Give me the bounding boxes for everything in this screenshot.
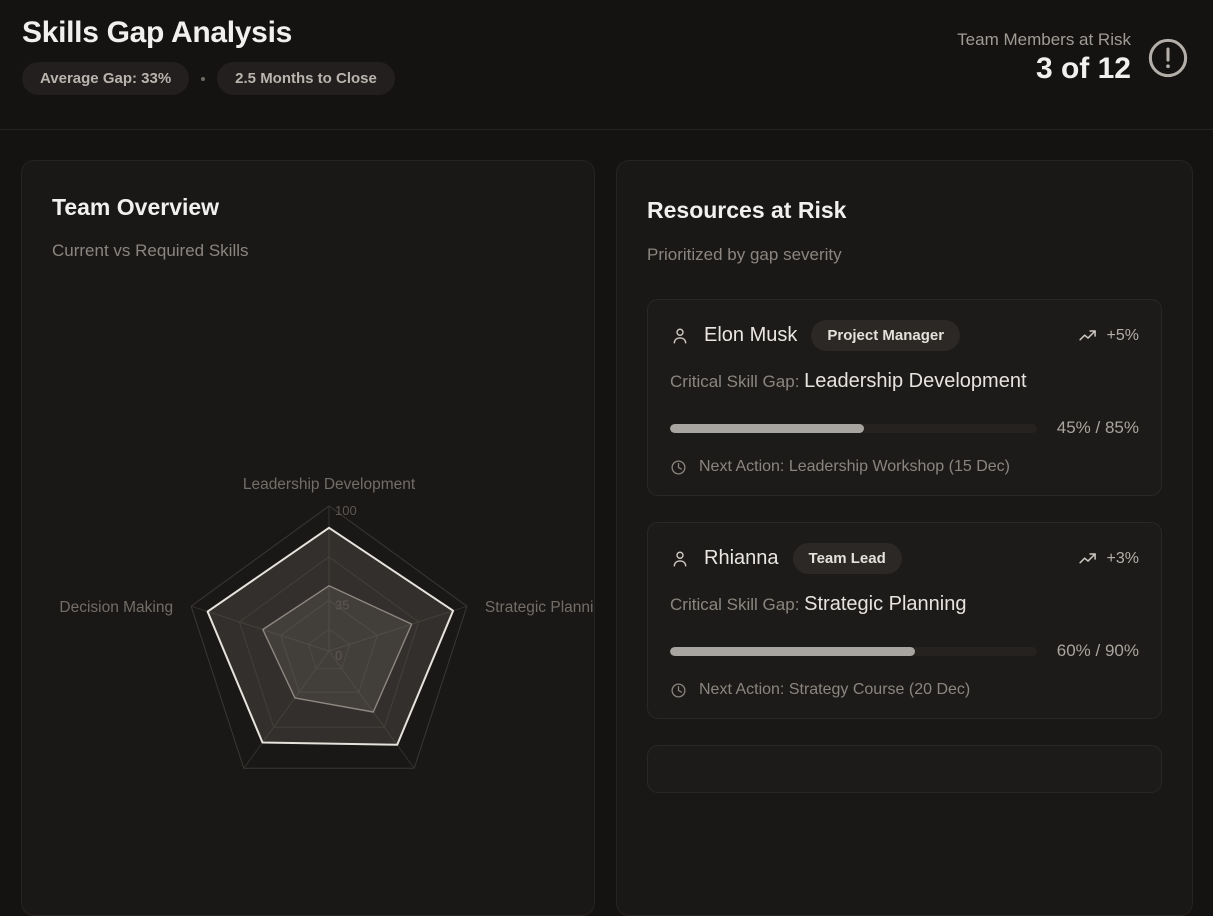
alert-circle-icon bbox=[1148, 38, 1188, 77]
average-gap-chip: Average Gap: 33% bbox=[22, 62, 190, 95]
resource-card-header: Rhianna Team Lead +3% bbox=[670, 543, 1139, 574]
gap-name: Strategic Planning bbox=[804, 593, 967, 615]
trending-up-icon bbox=[1078, 329, 1096, 340]
next-action-row: Next Action: Strategy Course (20 Dec) bbox=[670, 681, 1139, 699]
critical-skill-gap: Critical Skill Gap: Strategic Planning bbox=[670, 590, 1139, 619]
gap-label: Critical Skill Gap: bbox=[670, 595, 800, 614]
radar-tick-label: 0 bbox=[335, 648, 342, 663]
trending-up-icon bbox=[1078, 552, 1096, 563]
resource-card[interactable]: Elon Musk Project Manager +5% Critical S… bbox=[647, 299, 1162, 496]
page-title: Skills Gap Analysis bbox=[22, 16, 292, 49]
months-to-close-chip: 2.5 Months to Close bbox=[217, 62, 395, 95]
trend-value: +3% bbox=[1106, 549, 1139, 567]
header-chip-row: Average Gap: 33% 2.5 Months to Close bbox=[22, 62, 395, 95]
resources-header: Resources at Risk Prioritized by gap sev… bbox=[617, 161, 1192, 265]
header-left: Skills Gap Analysis Average Gap: 33% 2.5… bbox=[22, 18, 395, 95]
trend-value: +5% bbox=[1106, 326, 1139, 344]
team-overview-subtitle: Current vs Required Skills bbox=[52, 241, 249, 260]
risk-label: Team Members at Risk bbox=[957, 30, 1131, 49]
person-icon bbox=[673, 551, 687, 567]
role-badge: Team Lead bbox=[792, 543, 902, 574]
role-badge: Project Manager bbox=[811, 320, 961, 351]
person-icon bbox=[673, 328, 687, 344]
resources-subtitle: Prioritized by gap severity bbox=[647, 245, 842, 264]
resource-card-list: Elon Musk Project Manager +5% Critical S… bbox=[617, 265, 1192, 793]
progress-bar-fill bbox=[670, 423, 865, 433]
skills-gap-dashboard: Skills Gap Analysis Average Gap: 33% 2.5… bbox=[0, 0, 1213, 916]
gap-label: Critical Skill Gap: bbox=[670, 372, 800, 391]
resources-at-risk-panel: Resources at Risk Prioritized by gap sev… bbox=[616, 160, 1193, 916]
critical-skill-gap: Critical Skill Gap: Leadership Developme… bbox=[670, 367, 1139, 396]
radar-svg: 0 35 100 Leadership Development Strategic P… bbox=[59, 476, 595, 769]
progress-row: 60% / 90% bbox=[670, 641, 1139, 661]
chip-separator-dot bbox=[201, 76, 206, 81]
resource-card[interactable]: Rhianna Team Lead +3% Critical Skill Gap… bbox=[647, 522, 1162, 719]
resource-card[interactable] bbox=[647, 745, 1162, 793]
radar-tick-label: 35 bbox=[335, 597, 349, 612]
resources-title: Resources at Risk bbox=[647, 197, 847, 223]
clock-icon bbox=[671, 459, 686, 475]
progress-values: 60% / 90% bbox=[1056, 641, 1139, 660]
team-overview-header: Team Overview Current vs Required Skills bbox=[22, 161, 594, 261]
risk-summary: Team Members at Risk 3 of 12 bbox=[957, 30, 1131, 85]
radar-tick-label: 100 bbox=[335, 503, 357, 518]
next-action-row: Next Action: Leadership Workshop (15 Dec… bbox=[670, 458, 1139, 476]
radar-axis-label: Decision Making bbox=[59, 599, 173, 616]
next-action-text: Next Action: Strategy Course (20 Dec) bbox=[699, 681, 971, 698]
resource-card-header: Elon Musk Project Manager +5% bbox=[670, 320, 1139, 351]
page-header: Skills Gap Analysis Average Gap: 33% 2.5… bbox=[0, 0, 1213, 130]
radar-axis-label: Strategic Planning bbox=[485, 599, 595, 616]
progress-bar-track bbox=[670, 646, 1037, 656]
gap-name: Leadership Development bbox=[804, 370, 1027, 392]
trend-indicator: +3% bbox=[1078, 549, 1139, 569]
person-name: Elon Musk bbox=[704, 324, 798, 346]
risk-value: 3 of 12 bbox=[1035, 52, 1131, 86]
progress-row: 45% / 85% bbox=[670, 418, 1139, 438]
trend-indicator: +5% bbox=[1078, 326, 1139, 346]
team-overview-panel: Team Overview Current vs Required Skills… bbox=[21, 160, 595, 916]
radar-axis-label: Leadership Development bbox=[243, 476, 416, 493]
skills-radar-chart: 0 35 100 Leadership Development Strategic P… bbox=[22, 279, 595, 779]
progress-bar-fill bbox=[670, 646, 915, 656]
next-action-text: Next Action: Leadership Workshop (15 Dec… bbox=[699, 458, 1010, 475]
person-name: Rhianna bbox=[704, 547, 779, 569]
header-right: Team Members at Risk 3 of 12 bbox=[957, 18, 1191, 85]
dashboard-body: Team Overview Current vs Required Skills… bbox=[0, 131, 1213, 916]
team-overview-title: Team Overview bbox=[52, 194, 220, 220]
progress-bar-track bbox=[670, 423, 1037, 433]
clock-icon bbox=[671, 682, 686, 698]
progress-values: 45% / 85% bbox=[1056, 418, 1139, 437]
